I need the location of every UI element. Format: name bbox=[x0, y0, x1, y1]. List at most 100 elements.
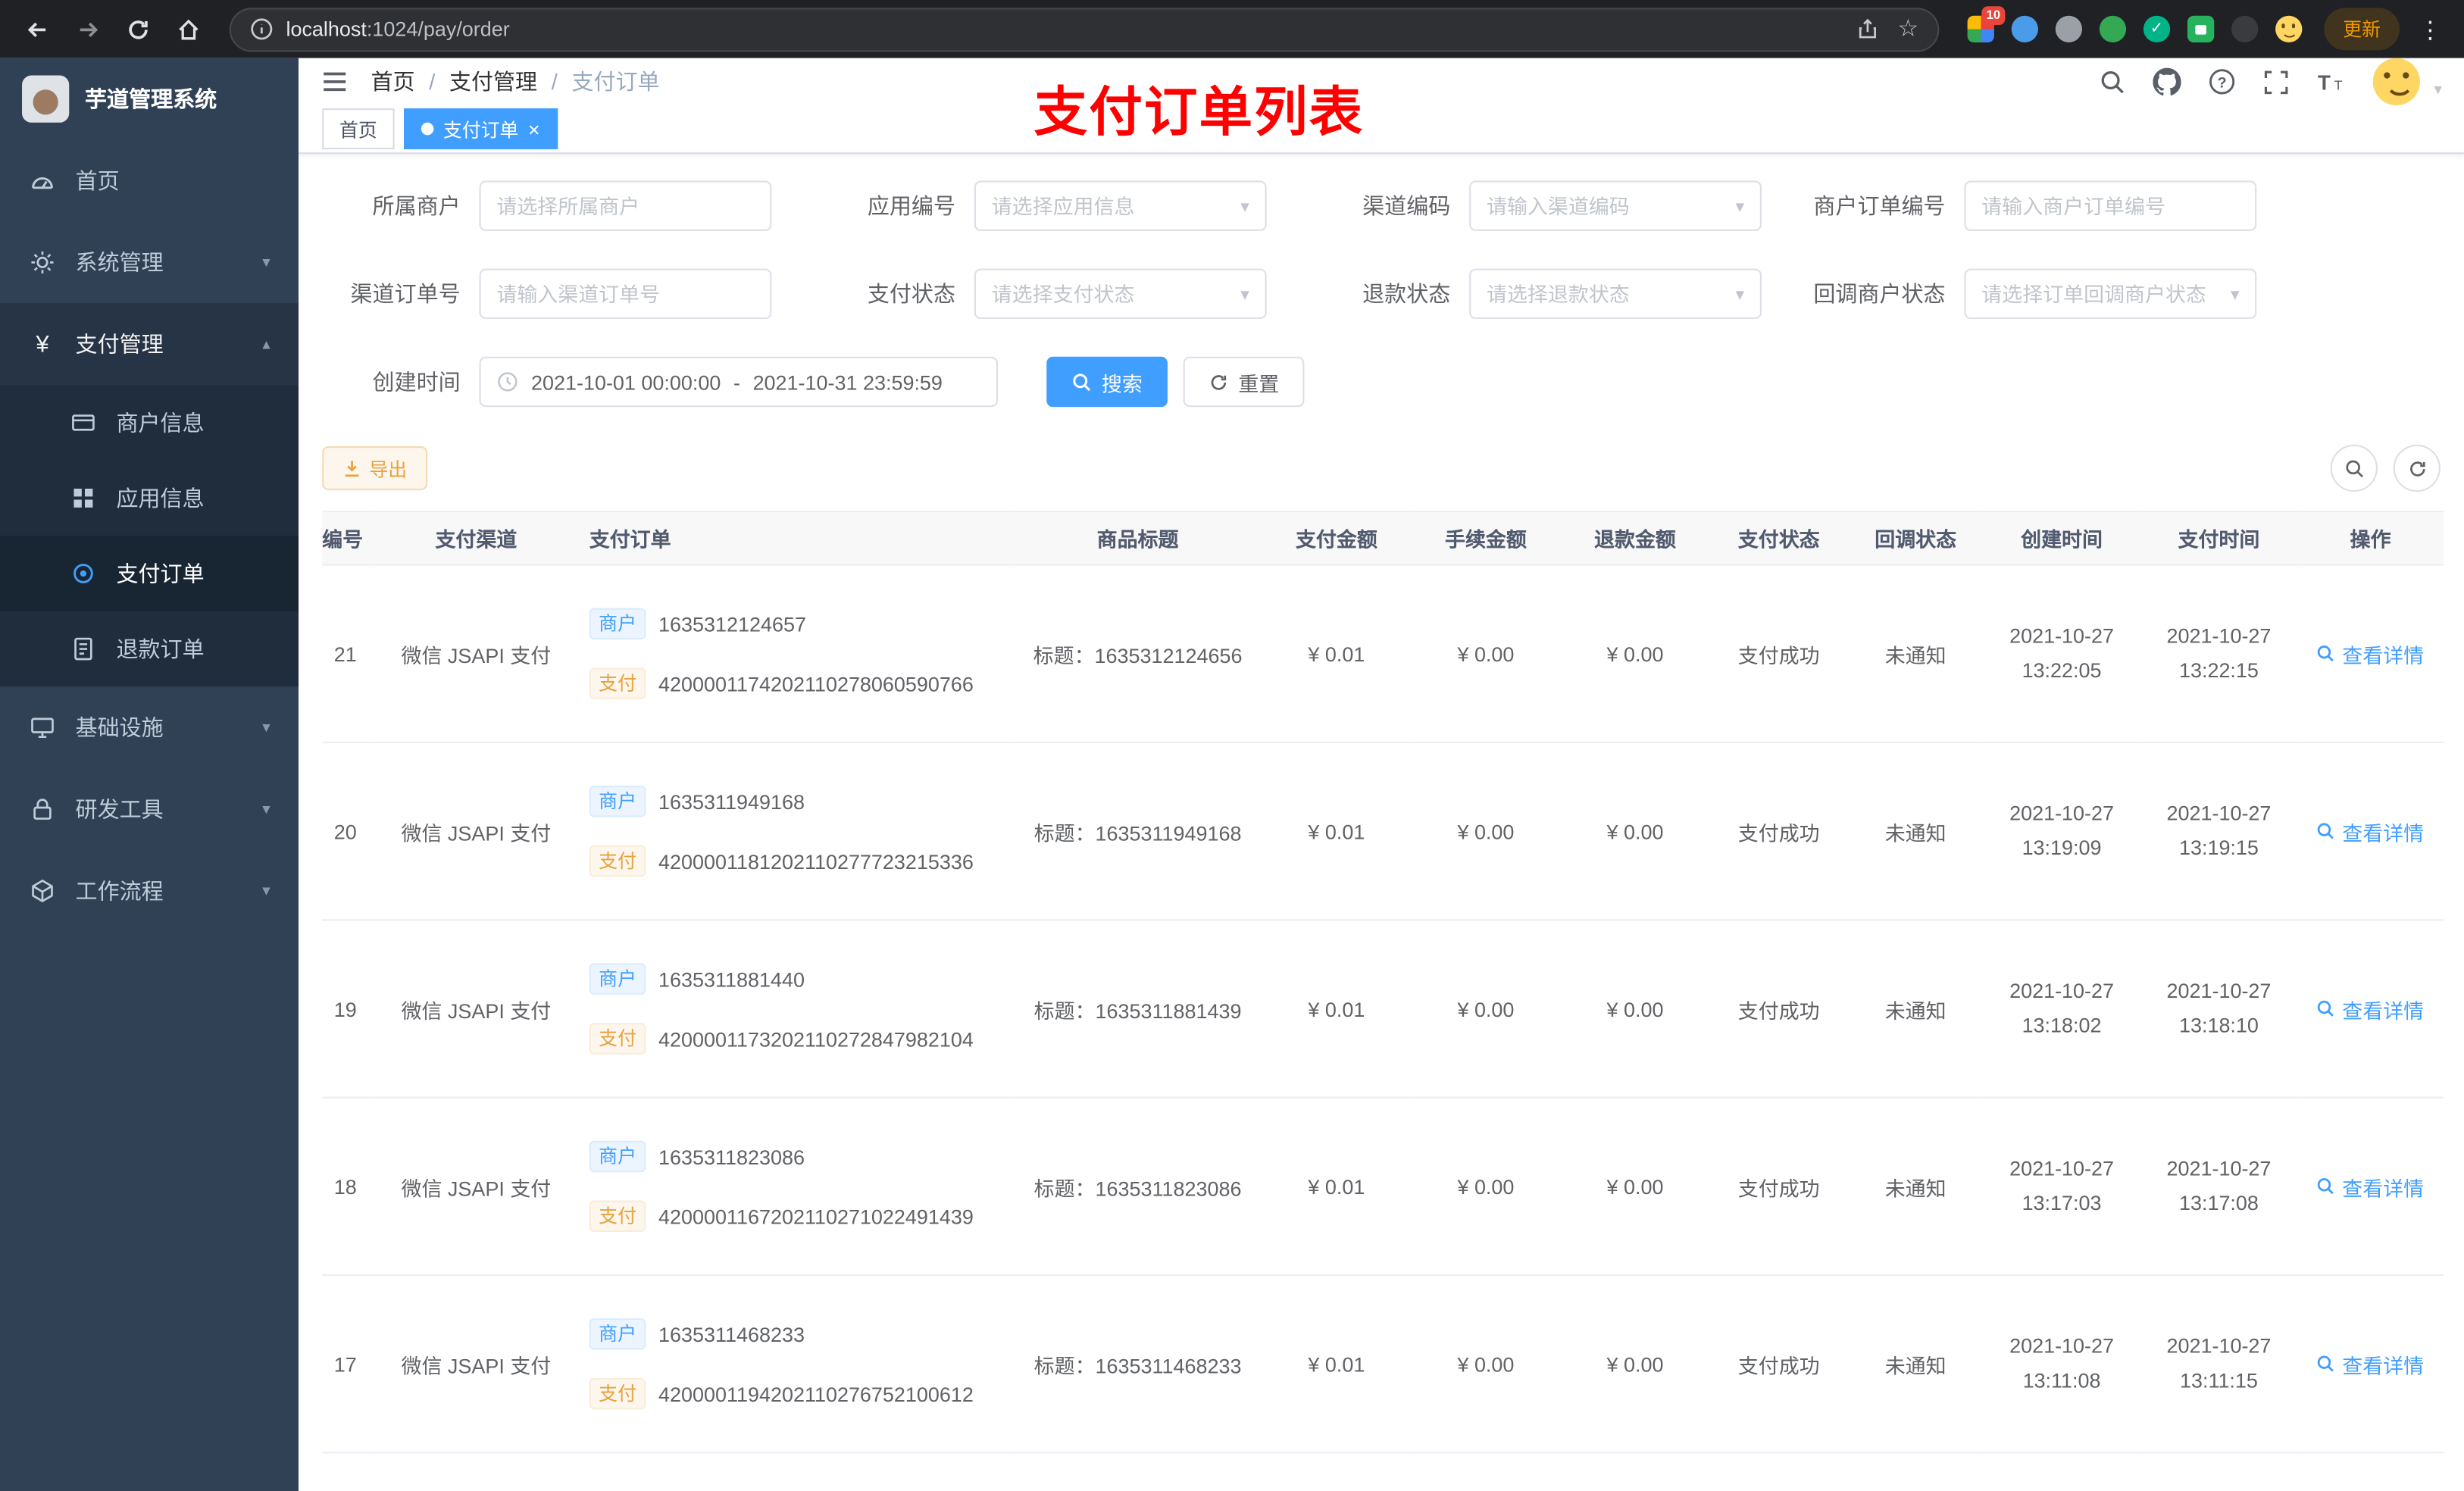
merchant-order-no-input[interactable] bbox=[1981, 194, 2240, 218]
sidebar-item-pay-order[interactable]: 支付订单 bbox=[0, 536, 299, 611]
channel-code-input[interactable] bbox=[1486, 194, 1730, 218]
extension-icon-grid[interactable]: 10 bbox=[1967, 6, 2006, 42]
back-button[interactable] bbox=[16, 7, 60, 51]
bookmark-star-icon[interactable]: ☆ bbox=[1897, 17, 1918, 41]
lock-icon bbox=[28, 797, 56, 822]
view-detail-link[interactable]: 查看详情 bbox=[2317, 1349, 2424, 1379]
sidebar-item-merchant-info[interactable]: 商户信息 bbox=[0, 385, 299, 461]
view-detail-link[interactable]: 查看详情 bbox=[2317, 1171, 2424, 1201]
cell-notify: 未通知 bbox=[1848, 564, 1984, 743]
refresh-table-button[interactable] bbox=[2393, 444, 2441, 492]
share-icon[interactable] bbox=[1855, 17, 1878, 41]
browser-menu-icon[interactable]: ⋮ bbox=[2412, 15, 2449, 43]
sidebar-item-payment[interactable]: ¥ 支付管理 ▾ bbox=[0, 303, 299, 386]
browser-update-button[interactable]: 更新 bbox=[2324, 8, 2400, 51]
sidebar-toggle-button[interactable] bbox=[321, 67, 349, 95]
toggle-search-button[interactable] bbox=[2330, 444, 2378, 492]
extension-icon-blue[interactable] bbox=[2011, 15, 2038, 42]
chevron-down-icon: ▾ bbox=[1240, 285, 1249, 305]
sidebar-item-refund-order[interactable]: 退款订单 bbox=[0, 611, 299, 687]
filter-pay-status: 支付状态 ▾ bbox=[802, 268, 1267, 320]
sidebar-item-infra[interactable]: 基础设施 ▾ bbox=[0, 686, 299, 768]
table-row: 19 微信 JSAPI 支付 商户 1635311881440 支付 42000… bbox=[322, 920, 2444, 1099]
notify-status-input[interactable] bbox=[1981, 282, 2225, 306]
notify-status-select[interactable]: ▾ bbox=[1964, 268, 2257, 320]
sidebar-item-app-info[interactable]: 应用信息 bbox=[0, 461, 299, 536]
filter-label: 回调商户状态 bbox=[1813, 281, 1946, 307]
export-button[interactable]: 导出 bbox=[322, 446, 428, 491]
extension-icon-grey[interactable] bbox=[2055, 15, 2082, 42]
tags-view-bar: 首页 支付订单 × bbox=[299, 105, 2464, 155]
search-button[interactable]: 搜索 bbox=[1046, 356, 1168, 408]
github-button[interactable] bbox=[2153, 67, 2181, 96]
tab-close-icon[interactable]: × bbox=[528, 119, 540, 139]
date-end-value[interactable]: 2021-10-31 23:59:59 bbox=[753, 370, 943, 393]
sidebar-item-home[interactable]: 首页 bbox=[0, 140, 299, 222]
cell-channel bbox=[369, 1452, 583, 1491]
channel-code-select[interactable]: ▾ bbox=[1469, 180, 1762, 231]
channel-order-no-field[interactable] bbox=[479, 268, 772, 320]
merchant-order-no-field[interactable] bbox=[1964, 180, 2257, 231]
home-button[interactable] bbox=[167, 7, 211, 51]
merchant-tag: 商户 bbox=[589, 963, 646, 995]
address-bar[interactable]: localhost:1024/pay/order ☆ bbox=[229, 7, 1940, 52]
download-icon bbox=[345, 461, 359, 477]
view-detail-link[interactable]: 查看详情 bbox=[2317, 639, 2424, 668]
pay-tag: 支付 bbox=[589, 845, 646, 877]
extension-icon-chat[interactable] bbox=[2187, 15, 2215, 42]
pay-order-no: 4200001167202110271022491439 bbox=[658, 1204, 974, 1228]
avatar-caret-icon[interactable]: ▾ bbox=[2434, 82, 2442, 105]
cell-actions: 查看详情 bbox=[2297, 1097, 2444, 1277]
orders-table: 编号 支付渠道 支付订单 商品标题 支付金额 手续金额 退款金额 支付状态 回调… bbox=[322, 511, 2444, 1491]
reload-button[interactable] bbox=[116, 7, 160, 51]
tab-pay-order[interactable]: 支付订单 × bbox=[404, 108, 558, 150]
pay-status-input[interactable] bbox=[991, 282, 1235, 306]
reset-button[interactable]: 重置 bbox=[1183, 356, 1305, 408]
sidebar-item-devtools[interactable]: 研发工具 ▾ bbox=[0, 768, 299, 850]
breadcrumb-home[interactable]: 首页 bbox=[371, 66, 414, 97]
cell-title: 标题：1635312124656 bbox=[1013, 564, 1262, 743]
cell-order: 商户 1635311881440 支付 42000011732021102728… bbox=[583, 920, 1014, 1099]
github-icon bbox=[2153, 67, 2181, 96]
date-start-value[interactable]: 2021-10-01 00:00:00 bbox=[531, 370, 721, 393]
merchant-input[interactable] bbox=[496, 194, 755, 218]
view-detail-link[interactable]: 查看详情 bbox=[2317, 994, 2424, 1024]
cell-actions: 查看详情 bbox=[2297, 1275, 2444, 1454]
font-size-button[interactable]: TT bbox=[2316, 68, 2346, 95]
view-detail-link[interactable]: 查看详情 bbox=[2317, 816, 2424, 846]
help-button[interactable]: ? bbox=[2208, 67, 2236, 95]
cell-pay-time: 2021-10-27 13:18:10 bbox=[2140, 920, 2298, 1099]
forward-button[interactable] bbox=[66, 7, 110, 51]
breadcrumb-payment[interactable]: 支付管理 bbox=[449, 66, 537, 97]
refund-status-input[interactable] bbox=[1486, 282, 1730, 306]
tab-home[interactable]: 首页 bbox=[322, 108, 395, 150]
date-range-picker[interactable]: 2021-10-01 00:00:00 - 2021-10-31 23:59:5… bbox=[479, 356, 998, 408]
refund-status-select[interactable]: ▾ bbox=[1469, 268, 1762, 320]
sidebar-item-workflow[interactable]: 工作流程 ▾ bbox=[0, 850, 299, 932]
extension-icon-green[interactable] bbox=[2099, 15, 2127, 42]
filter-merchant: 所属商户 bbox=[306, 180, 772, 231]
cell-id: 19 bbox=[322, 920, 370, 1099]
cell-notify: 未通知 bbox=[1848, 920, 1984, 1099]
cell-status: 支付成功 bbox=[1709, 1275, 1849, 1454]
profile-avatar-icon[interactable] bbox=[2275, 15, 2303, 42]
app-input[interactable] bbox=[991, 194, 1235, 218]
cell-channel: 微信 JSAPI 支付 bbox=[369, 920, 583, 1099]
user-avatar[interactable] bbox=[2372, 58, 2420, 105]
extension-icon-dark[interactable] bbox=[2231, 15, 2259, 42]
pay-status-select[interactable]: ▾ bbox=[974, 268, 1267, 320]
cell-fee bbox=[1411, 1452, 1561, 1491]
filter-notify-status: 回调商户状态 ▾ bbox=[1791, 268, 2257, 320]
fullscreen-button[interactable] bbox=[2262, 68, 2289, 95]
search-button[interactable] bbox=[2100, 68, 2126, 95]
site-info-icon[interactable] bbox=[250, 17, 274, 41]
chevron-down-icon: ▾ bbox=[2230, 285, 2240, 305]
col-channel: 支付渠道 bbox=[369, 511, 583, 566]
channel-order-no-input[interactable] bbox=[496, 282, 755, 306]
merchant-tag: 商户 bbox=[589, 1318, 646, 1350]
merchant-select[interactable] bbox=[479, 180, 772, 231]
refresh-icon bbox=[2409, 461, 2425, 476]
extension-icon-check[interactable]: ✓ bbox=[2143, 15, 2171, 42]
sidebar-item-system[interactable]: 系统管理 ▾ bbox=[0, 221, 299, 303]
app-select[interactable]: ▾ bbox=[974, 180, 1267, 231]
